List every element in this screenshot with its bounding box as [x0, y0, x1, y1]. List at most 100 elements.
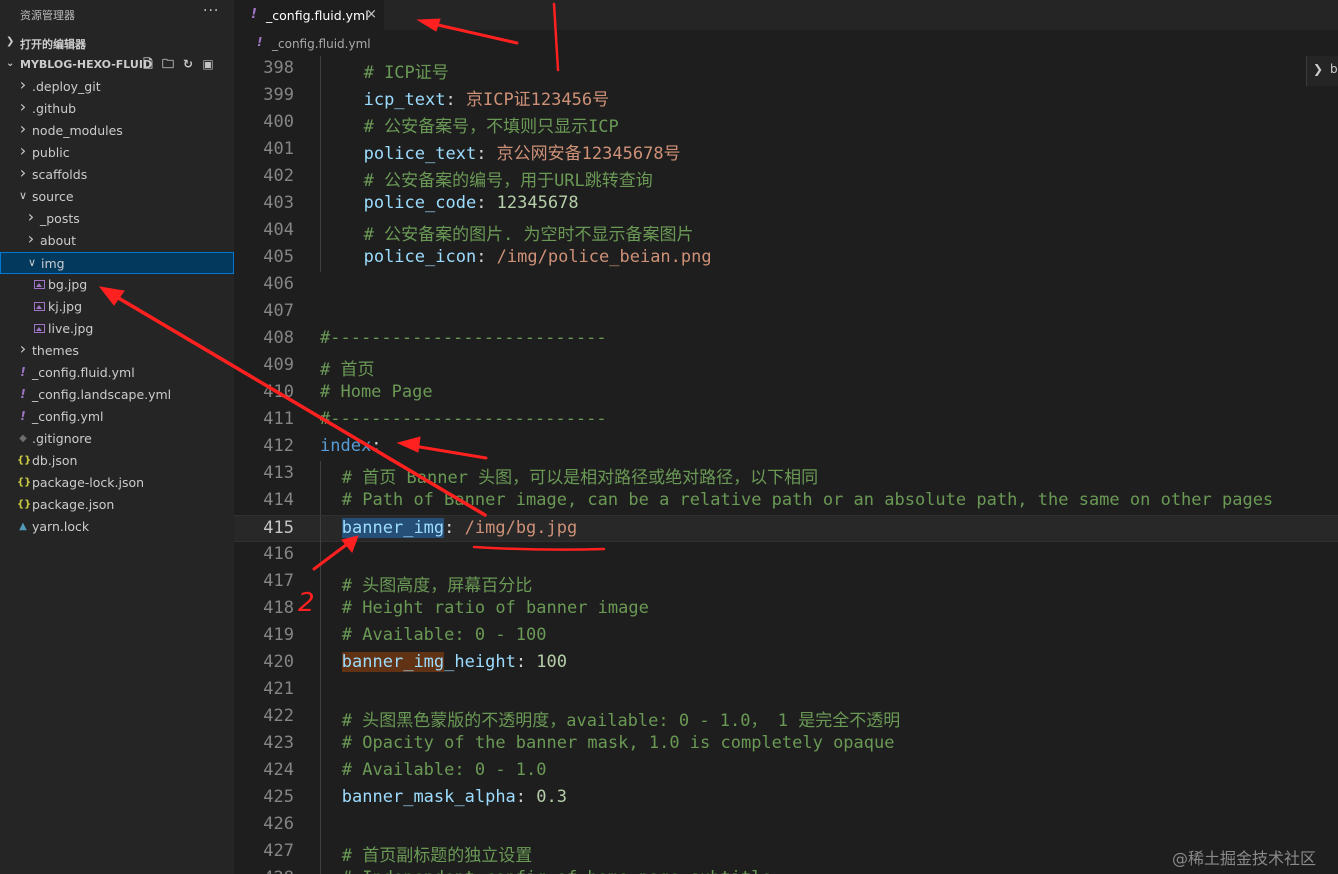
collapse-all-icon[interactable]: ▣: [201, 57, 215, 71]
refresh-icon[interactable]: ↻: [181, 57, 195, 71]
tree-file[interactable]: ◆ .gitignore: [0, 428, 234, 450]
line-number: 408: [263, 328, 294, 348]
code-text: banner_img_height: 100: [341, 652, 568, 672]
code-line[interactable]: 408 #---------------------------: [234, 326, 1338, 353]
code-line[interactable]: 404 # 公安备案的图片. 为空时不显示备案图片: [234, 218, 1338, 245]
tree-folder[interactable]: › about: [0, 229, 234, 252]
chevron-down-icon: ∨: [18, 189, 28, 202]
indent-guide: [320, 704, 321, 731]
code-line[interactable]: 401 police_text: 京公网安备12345678号: [234, 137, 1338, 164]
indent-guide: [320, 596, 321, 623]
line-number: 416: [263, 544, 294, 564]
line-number: 428: [234, 868, 294, 874]
code-line[interactable]: 413 # 首页 Banner 头图，可以是相对路径或绝对路径，以下相同: [234, 461, 1338, 488]
code-line[interactable]: 398 # ICP证号: [234, 56, 1338, 83]
line-number: 398: [263, 58, 294, 78]
indent-guide: [320, 731, 321, 758]
yarn-file-icon: ▲: [19, 521, 27, 532]
line-number: 424: [263, 760, 294, 780]
tree-folder[interactable]: › .github: [0, 97, 234, 120]
tree-file[interactable]: ! _config.yml: [0, 406, 234, 428]
tree-item-label: _config.fluid.yml: [32, 365, 135, 380]
code-line[interactable]: 410 # Home Page: [234, 380, 1338, 407]
tree-file[interactable]: {} package-lock.json: [0, 472, 234, 494]
indent-guide: [320, 164, 321, 191]
tree-folder[interactable]: ∨ img: [0, 252, 234, 274]
tree-file[interactable]: {} package.json: [0, 494, 234, 516]
code-line[interactable]: 426: [234, 812, 1338, 839]
line-number: 407: [263, 301, 294, 321]
tree-folder[interactable]: › node_modules: [0, 119, 234, 142]
indent-guide: [320, 56, 321, 83]
line-number: 420: [263, 652, 294, 672]
code-line[interactable]: 416: [234, 542, 1338, 569]
breadcrumb-item[interactable]: _config.fluid.yml: [272, 37, 371, 51]
code-line[interactable]: 407: [234, 299, 1338, 326]
tree-folder[interactable]: › scaffolds: [0, 163, 234, 186]
tree-folder[interactable]: › public: [0, 141, 234, 164]
open-editors-section[interactable]: ❯ 打开的编辑器: [0, 32, 234, 54]
tree-item-label: _config.landscape.yml: [32, 387, 172, 402]
code-line[interactable]: 422 # 头图黑色蒙版的不透明度，available: 0 - 1.0， 1 是…: [234, 704, 1338, 731]
code-line[interactable]: 421: [234, 677, 1338, 704]
explorer-title: 资源管理器: [20, 9, 75, 22]
tree-file[interactable]: ▲ yarn.lock: [0, 516, 234, 538]
new-file-icon[interactable]: 🗋: [141, 57, 155, 71]
code-line[interactable]: 420 banner_img_height: 100: [234, 650, 1338, 677]
code-line[interactable]: 424 # Available: 0 - 1.0: [234, 758, 1338, 785]
json-file-icon: {}: [17, 499, 32, 510]
tree-folder[interactable]: › .deploy_git: [0, 75, 234, 98]
code-line[interactable]: 414 # Path of Banner image, can be a rela…: [234, 488, 1338, 515]
tree-item-label: _posts: [40, 211, 80, 226]
code-line[interactable]: 403 police_code: 12345678: [234, 191, 1338, 218]
indent-guide: [320, 516, 321, 543]
tree-file[interactable]: bg.jpg: [0, 274, 234, 296]
indent-guide: [320, 677, 321, 704]
line-number: 409: [263, 355, 294, 375]
code-line[interactable]: 425 banner_mask_alpha: 0.3: [234, 785, 1338, 812]
code-line[interactable]: 418 # Height ratio of banner image: [234, 596, 1338, 623]
tab-config-fluid[interactable]: ! _config.fluid.yml ×: [234, 0, 384, 31]
tree-folder[interactable]: ∨ source: [0, 186, 234, 208]
code-line[interactable]: 411 #---------------------------: [234, 407, 1338, 434]
chevron-right-icon: ›: [19, 97, 27, 116]
more-actions-icon[interactable]: ···: [203, 3, 219, 19]
project-section[interactable]: ⌄ MYBLOG-HEXO-FLUID 🗋 🗀 ↻ ▣: [0, 54, 234, 76]
code-line[interactable]: 402 # 公安备案的编号，用于URL跳转查询: [234, 164, 1338, 191]
code-line[interactable]: 412 index:: [234, 434, 1338, 461]
image-file-icon: [33, 321, 45, 336]
code-line[interactable]: 406: [234, 272, 1338, 299]
json-file-icon: {}: [17, 477, 32, 488]
tree-folder[interactable]: › _posts: [0, 207, 234, 230]
tree-file[interactable]: ! _config.fluid.yml: [0, 362, 234, 384]
code-editor[interactable]: 398 # ICP证号 399 icp_text: 京ICP证123456号 400 # …: [234, 56, 1338, 874]
tree-item-label: themes: [32, 343, 79, 358]
line-number: 402: [263, 166, 294, 186]
code-text: # 公安备案的图片. 为空时不显示备案图片: [363, 225, 694, 245]
tree-file[interactable]: {} db.json: [0, 450, 234, 472]
code-line[interactable]: 399 icp_text: 京ICP证123456号: [234, 83, 1338, 110]
tree-item-label: db.json: [32, 453, 78, 468]
code-line[interactable]: 405 police_icon: /img/police_beian.png: [234, 245, 1338, 272]
code-line[interactable]: 423 # Opacity of the banner mask, 1.0 is …: [234, 731, 1338, 758]
code-line[interactable]: 417 # 头图高度，屏幕百分比: [234, 569, 1338, 596]
json-file-icon: {}: [17, 455, 32, 466]
code-line[interactable]: 415 banner_img: /img/bg.jpg: [234, 515, 1338, 543]
tree-folder[interactable]: › themes: [0, 339, 234, 362]
code-line[interactable]: 419 # Available: 0 - 100: [234, 623, 1338, 650]
code-line[interactable]: 409 # 首页: [234, 353, 1338, 380]
new-folder-icon[interactable]: 🗀: [161, 57, 175, 71]
line-number: 422: [263, 706, 294, 726]
code-line[interactable]: 400 # 公安备案号，不填则只显示ICP: [234, 110, 1338, 137]
project-label: MYBLOG-HEXO-FLUID: [20, 58, 153, 71]
tree-file[interactable]: live.jpg: [0, 318, 234, 340]
line-number: 410: [263, 382, 294, 402]
chevron-right-icon: ›: [27, 229, 35, 248]
minimap-toggle[interactable]: ❯ b: [1306, 56, 1338, 86]
tree-file[interactable]: ! _config.landscape.yml: [0, 384, 234, 406]
tree-item-label: public: [32, 145, 70, 160]
code-text: # Home Page: [320, 382, 433, 402]
close-icon[interactable]: ×: [366, 7, 377, 22]
tree-file[interactable]: kj.jpg: [0, 296, 234, 318]
code-text: # Available: 0 - 100: [341, 625, 547, 645]
